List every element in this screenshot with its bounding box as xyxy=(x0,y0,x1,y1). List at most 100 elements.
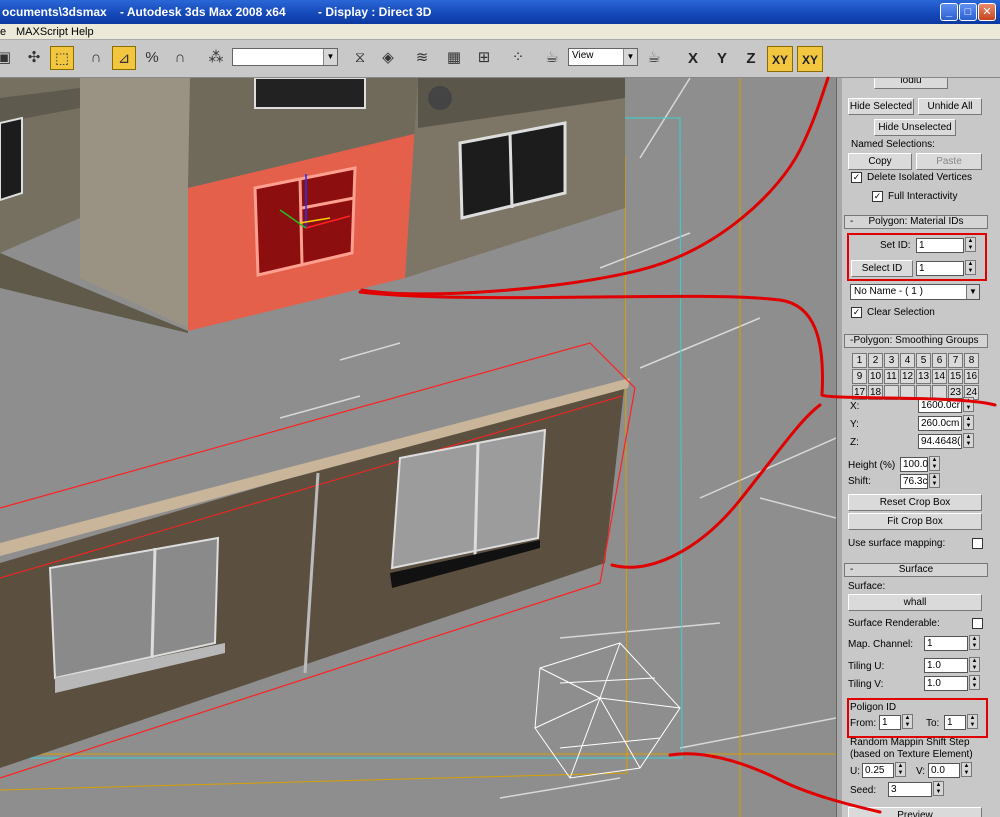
hide-unselected-button[interactable]: Hide Unselected xyxy=(874,119,956,136)
axis-x-button[interactable]: X xyxy=(680,46,706,72)
preview-button[interactable]: Preview xyxy=(848,807,982,817)
y-label: Y: xyxy=(850,419,859,430)
named-selection-dropdown[interactable]: ▼ xyxy=(232,48,338,66)
material-ids-rollout[interactable]: - Polygon: Material IDs xyxy=(844,215,988,229)
smoothing-group-button[interactable]: 1 xyxy=(852,353,867,368)
smoothing-group-button[interactable]: 11 xyxy=(884,369,899,384)
y-spinner[interactable]: ▲ ▼ xyxy=(963,415,974,430)
hide-selected-button[interactable]: Hide Selected xyxy=(848,98,914,115)
smoothing-group-button[interactable]: 15 xyxy=(948,369,963,384)
maximize-button[interactable]: □ xyxy=(959,3,977,21)
axis-xy-button[interactable]: XY xyxy=(767,46,793,72)
delete-isolated-checkbox[interactable]: ✓ xyxy=(851,172,862,183)
axis-xy-flyout-button[interactable]: XY xyxy=(797,46,823,72)
close-button[interactable]: ✕ xyxy=(978,3,996,21)
full-interactivity-checkbox[interactable]: ✓ xyxy=(872,191,883,202)
spinner-snap-icon[interactable]: ∩ xyxy=(168,46,192,70)
render-view-label: View xyxy=(572,50,594,61)
v-spinner[interactable]: ▲ ▼ xyxy=(961,762,972,777)
bind-space-warp-icon[interactable]: ✣ xyxy=(22,46,46,70)
z-input[interactable]: 94.4648( xyxy=(918,434,962,449)
u-spinner[interactable]: ▲ ▼ xyxy=(895,762,906,777)
panel-top-tab[interactable]: lodiu xyxy=(874,78,948,89)
material-name-dropdown[interactable]: No Name - ( 1 ) ▼ xyxy=(850,284,980,300)
fit-crop-box-button[interactable]: Fit Crop Box xyxy=(848,513,982,530)
tiling-v-spinner[interactable]: ▲ ▼ xyxy=(969,675,980,690)
unhide-all-button[interactable]: Unhide All xyxy=(918,98,982,115)
paste-button[interactable]: Paste xyxy=(916,153,982,170)
x-input[interactable]: 1600.0cr xyxy=(918,398,962,413)
clear-selection-label: Clear Selection xyxy=(867,307,935,318)
copy-button[interactable]: Copy xyxy=(848,153,912,170)
u-input[interactable]: 0.25 xyxy=(862,763,894,778)
surface-renderable-checkbox[interactable] xyxy=(972,618,983,629)
snap-3d-icon[interactable]: ∩ xyxy=(84,46,108,70)
y-input[interactable]: 260.0cm xyxy=(918,416,962,431)
render-view-dropdown[interactable]: View ▼ xyxy=(568,48,638,66)
axis-z-button[interactable]: Z xyxy=(738,46,764,72)
material-editor-icon[interactable]: ⁘ xyxy=(506,46,530,70)
smoothing-group-button[interactable]: 7 xyxy=(948,353,963,368)
menu-bar: e MAXScript Help xyxy=(0,24,1000,40)
clear-selection-checkbox[interactable]: ✓ xyxy=(851,307,862,318)
smoothing-group-button[interactable]: 6 xyxy=(932,353,947,368)
seed-spinner[interactable]: ▲ ▼ xyxy=(933,781,944,796)
layer-manager-icon[interactable]: ≋ xyxy=(410,46,434,70)
height-input[interactable]: 100.0 xyxy=(900,457,928,472)
use-surface-mapping-checkbox[interactable] xyxy=(972,538,983,549)
smoothing-group-button[interactable]: 8 xyxy=(964,353,979,368)
map-channel-spinner[interactable]: ▲ ▼ xyxy=(969,635,980,650)
smoothing-group-button[interactable]: 18 xyxy=(868,385,883,400)
axis-y-button[interactable]: Y xyxy=(709,46,735,72)
align-icon[interactable]: ◈ xyxy=(376,46,400,70)
shift-spinner[interactable]: ▲ ▼ xyxy=(929,473,940,488)
height-label: Height (%) xyxy=(848,460,896,471)
smoothing-group-button[interactable]: 4 xyxy=(900,353,915,368)
v-input[interactable]: 0.0 xyxy=(928,763,960,778)
main-toolbar: ▣ ✣ ⬚ ∩ ⊿ % ∩ ⁂ ▼ ⧖ ◈ ≋ ▦ ⊞ ⁘ ☕ View ▼ ☕ … xyxy=(0,40,1000,78)
chevron-down-icon: ▼ xyxy=(323,49,337,65)
select-icon[interactable]: ▣ xyxy=(0,46,16,70)
surface-rollout[interactable]: - Surface xyxy=(844,563,988,577)
smoothing-groups-rollout[interactable]: - Polygon: Smoothing Groups xyxy=(844,334,988,348)
tiling-u-input[interactable]: 1.0 xyxy=(924,658,968,673)
smoothing-group-button[interactable] xyxy=(900,385,915,400)
full-interactivity-label: Full Interactivity xyxy=(888,191,958,202)
tiling-u-spinner[interactable]: ▲ ▼ xyxy=(969,657,980,672)
menu-item-maxscript[interactable]: MAXScript xyxy=(16,26,68,38)
perspective-viewport[interactable] xyxy=(0,78,836,817)
render-setup-icon[interactable]: ☕ xyxy=(540,46,564,70)
smoothing-group-button[interactable]: 14 xyxy=(932,369,947,384)
smoothing-group-button[interactable]: 2 xyxy=(868,353,883,368)
smoothing-group-button[interactable]: 9 xyxy=(852,369,867,384)
curve-editor-icon[interactable]: ▦ xyxy=(442,46,466,70)
shift-input[interactable]: 76.3c xyxy=(900,474,928,489)
tiling-v-input[interactable]: 1.0 xyxy=(924,676,968,691)
smoothing-group-button[interactable]: 16 xyxy=(964,369,979,384)
schematic-view-icon[interactable]: ⊞ xyxy=(472,46,496,70)
seed-input[interactable]: 3 xyxy=(888,782,932,797)
smoothing-group-button[interactable]: 10 xyxy=(868,369,883,384)
smoothing-group-button[interactable] xyxy=(884,385,899,400)
smoothing-group-button[interactable]: 17 xyxy=(852,385,867,400)
mirror-icon[interactable]: ⧖ xyxy=(348,46,372,70)
select-object-icon[interactable]: ⬚ xyxy=(50,46,74,70)
map-channel-input[interactable]: 1 xyxy=(924,636,968,651)
minimize-button[interactable]: _ xyxy=(940,3,958,21)
menu-item-edit[interactable]: e xyxy=(0,26,6,38)
smoothing-group-button[interactable]: 13 xyxy=(916,369,931,384)
z-spinner[interactable]: ▲ ▼ xyxy=(963,433,974,448)
smoothing-group-button[interactable]: 5 xyxy=(916,353,931,368)
x-spinner[interactable]: ▲ ▼ xyxy=(963,397,974,412)
percent-snap-icon[interactable]: % xyxy=(140,46,164,70)
random-mappin-sub-label: (based on Texture Element) xyxy=(850,749,973,760)
surface-material-button[interactable]: whall xyxy=(848,594,982,611)
quick-render-icon[interactable]: ☕ xyxy=(642,46,666,70)
menu-item-help[interactable]: Help xyxy=(71,26,94,38)
smoothing-group-button[interactable]: 3 xyxy=(884,353,899,368)
reset-crop-box-button[interactable]: Reset Crop Box xyxy=(848,494,982,511)
angle-snap-icon[interactable]: ⊿ xyxy=(112,46,136,70)
edit-named-selection-icon[interactable]: ⁂ xyxy=(204,46,228,70)
smoothing-group-button[interactable]: 12 xyxy=(900,369,915,384)
height-spinner[interactable]: ▲ ▼ xyxy=(929,456,940,471)
